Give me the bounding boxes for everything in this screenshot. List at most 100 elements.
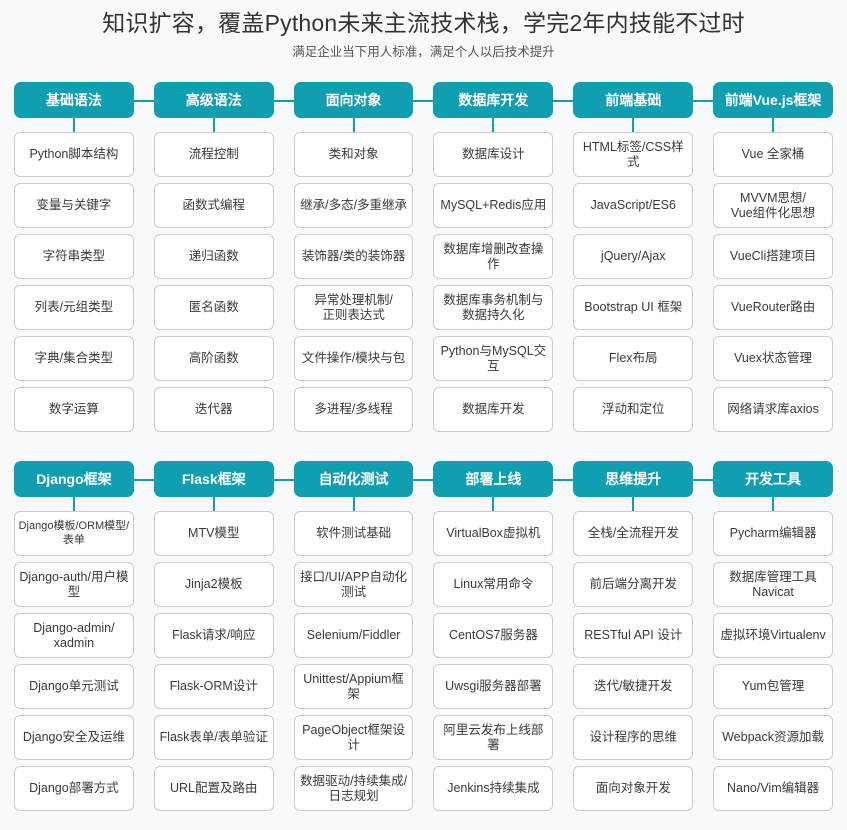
topic-card[interactable]: 虚拟环境Virtualenv [713,613,833,658]
topic-card[interactable]: Linux常用命令 [433,562,554,607]
topic-card[interactable]: URL配置及路由 [153,766,274,811]
topic-card[interactable]: 软件测试基础 [293,511,414,556]
topic-card[interactable]: JavaScript/ES6 [573,183,694,228]
topic-card[interactable]: Flask表单/表单验证 [153,715,274,760]
topic-card[interactable]: 递归函数 [153,234,274,279]
page-title: 知识扩容，覆盖Python未来主流技术栈，学完2年内技能不过时 [102,10,745,36]
topic-card[interactable]: MySQL+Redis应用 [433,183,554,228]
topic-card[interactable]: VueRouter路由 [713,285,833,330]
topic-card[interactable]: Python与MySQL交互 [433,336,554,381]
topic-card[interactable]: jQuery/Ajax [573,234,694,279]
column-header-col-6[interactable]: 前端Vue.js框架 [693,82,833,132]
topic-card[interactable]: Django安全及运维 [14,715,134,760]
topic-card[interactable]: Webpack资源加载 [713,715,833,760]
topic-card[interactable]: 数据库事务机制与 数据持久化 [433,285,554,330]
column-col-4: 数据库设计 MySQL+Redis应用 数据库增删改查操作 数据库事务机制与 数据持久… [433,132,554,432]
column-header-col-1[interactable]: 基础语法 [14,82,134,132]
column-col-4: VirtualBox虚拟机 Linux常用命令 CentOS7服务器 Uwsgi服务器… [433,511,554,811]
column-header-col-4[interactable]: 部署上线 [413,461,554,511]
topic-card[interactable]: 设计程序的思维 [573,715,694,760]
topic-card[interactable]: Bootstrap UI 框架 [573,285,694,330]
topic-card[interactable]: MTV模型 [153,511,274,556]
curriculum-roadmap-page: 知识扩容，覆盖Python未来主流技术栈，学完2年内技能不过时 满足企业当下用人… [0,0,847,830]
title-block: 知识扩容，覆盖Python未来主流技术栈，学完2年内技能不过时 满足企业当下用人… [0,0,847,62]
topic-card[interactable]: 迭代器 [153,387,274,432]
topic-card[interactable]: 装饰器/类的装饰器 [293,234,414,279]
column-header-col-2[interactable]: Flask框架 [133,461,274,511]
topic-card[interactable]: Django-admin/ xadmin [14,613,134,658]
topic-card[interactable]: 前后端分离开发 [573,562,694,607]
topic-card[interactable]: Pycharm编辑器 [713,511,833,556]
column-header-row-upper: 基础语法 高级语法 面向对象 数据库开发 前端基础 前端Vue.js框架 [14,82,833,132]
column-header-row-lower: Django框架 Flask框架 自动化测试 部署上线 思维提升 开发工具 [14,461,833,511]
column-header-col-1[interactable]: Django框架 [14,461,134,511]
topic-card[interactable]: 高阶函数 [153,336,274,381]
column-col-6: Pycharm编辑器 数据库管理工具 Navicat 虚拟环境Virtualenv Y… [713,511,833,811]
column-header-col-6[interactable]: 开发工具 [693,461,833,511]
column-header-col-2[interactable]: 高级语法 [133,82,274,132]
topic-card[interactable]: Unittest/Appium框架 [293,664,414,709]
topic-card[interactable]: Vuex状态管理 [713,336,833,381]
topic-card[interactable]: Jinja2模板 [153,562,274,607]
topic-card[interactable]: RESTful API 设计 [573,613,694,658]
column-header-col-5[interactable]: 前端基础 [553,82,694,132]
column-header-col-3[interactable]: 自动化测试 [273,461,414,511]
topic-card[interactable]: 继承/多态/多重继承 [293,183,414,228]
topic-card[interactable]: Selenium/Fiddler [293,613,414,658]
column-header-col-3[interactable]: 面向对象 [273,82,414,132]
topic-card[interactable]: Flex布局 [573,336,694,381]
topic-card[interactable]: 类和对象 [293,132,414,177]
column-col-5: HTML标签/CSS样式 JavaScript/ES6 jQuery/Ajax Boo… [573,132,694,432]
topic-card[interactable]: 数据库开发 [433,387,554,432]
curriculum-table-upper: 基础语法 高级语法 面向对象 数据库开发 前端基础 前端Vue.js框架 Python脚本… [0,82,847,432]
column-col-1: Django模板/ORM模型/ 表单 Django-auth/用户模型 Django… [14,511,134,811]
topic-card[interactable]: 阿里云发布上线部署 [433,715,554,760]
topic-card[interactable]: 数据库管理工具 Navicat [713,562,833,607]
topic-card[interactable]: Vue 全家桶 [713,132,833,177]
column-col-3: 类和对象继承/多态/多重继承 装饰器/类的装饰器 异常处理机制/ 正则表达式 文件操作… [293,132,414,432]
topic-card[interactable]: Django部署方式 [14,766,134,811]
column-col-2: 流程控制函数式编程递归函数匿名函数高阶函数迭代器 [153,132,274,432]
topic-card[interactable]: 全栈/全流程开发 [573,511,694,556]
topic-card[interactable]: MVVM思想/ Vue组件化思想 [713,183,833,228]
topic-card[interactable]: 字符串类型 [14,234,134,279]
topic-card[interactable]: 数字运算 [14,387,134,432]
topic-card[interactable]: VirtualBox虚拟机 [433,511,554,556]
column-col-1: Python脚本结构 变量与关键字 字符串类型列表/元组类型 字典/集合类型 数字运算 [14,132,134,432]
topic-card[interactable]: Yum包管理 [713,664,833,709]
topic-card[interactable]: CentOS7服务器 [433,613,554,658]
topic-card[interactable]: PageObject框架设计 [293,715,414,760]
topic-card[interactable]: 匿名函数 [153,285,274,330]
topic-card[interactable]: 面向对象开发 [573,766,694,811]
topic-card[interactable]: VueCli搭建项目 [713,234,833,279]
topic-card[interactable]: Flask请求/响应 [153,613,274,658]
topic-card[interactable]: 流程控制 [153,132,274,177]
topic-card[interactable]: 数据库设计 [433,132,554,177]
topic-card[interactable]: 变量与关键字 [14,183,134,228]
topic-card[interactable]: 函数式编程 [153,183,274,228]
topic-card[interactable]: Python脚本结构 [14,132,134,177]
topic-card[interactable]: 迭代/敏捷开发 [573,664,694,709]
topic-card[interactable]: HTML标签/CSS样式 [573,132,694,177]
topic-card[interactable]: Django单元测试 [14,664,134,709]
topic-card[interactable]: 数据库增删改查操作 [433,234,554,279]
topic-card[interactable]: 异常处理机制/ 正则表达式 [293,285,414,330]
topic-card[interactable]: Jenkins持续集成 [433,766,554,811]
topic-card[interactable]: 接口/UI/APP自动化测试 [293,562,414,607]
topic-card[interactable]: 文件操作/模块与包 [293,336,414,381]
topic-card[interactable]: 字典/集合类型 [14,336,134,381]
topic-card[interactable]: Django模板/ORM模型/ 表单 [14,511,134,556]
column-header-col-4[interactable]: 数据库开发 [413,82,554,132]
column-header-col-5[interactable]: 思维提升 [553,461,694,511]
topic-card[interactable]: Nano/Vim编辑器 [713,766,833,811]
topic-card[interactable]: 浮动和定位 [573,387,694,432]
topic-card[interactable]: 列表/元组类型 [14,285,134,330]
topic-card[interactable]: Flask-ORM设计 [153,664,274,709]
topic-card[interactable]: Uwsgi服务器部署 [433,664,554,709]
column-cards-grid-upper: Python脚本结构 变量与关键字 字符串类型 列表/元组类型 字典/集合类型 数字运算流… [14,132,833,432]
curriculum-table-lower: Django框架 Flask框架 自动化测试 部署上线 思维提升 开发工具 Django模… [0,461,847,811]
topic-card[interactable]: Django-auth/用户模型 [14,562,134,607]
topic-card[interactable]: 数据驱动/持续集成/ 日志规划 [293,766,414,811]
topic-card[interactable]: 网络请求库axios [713,387,833,432]
topic-card[interactable]: 多进程/多线程 [293,387,414,432]
